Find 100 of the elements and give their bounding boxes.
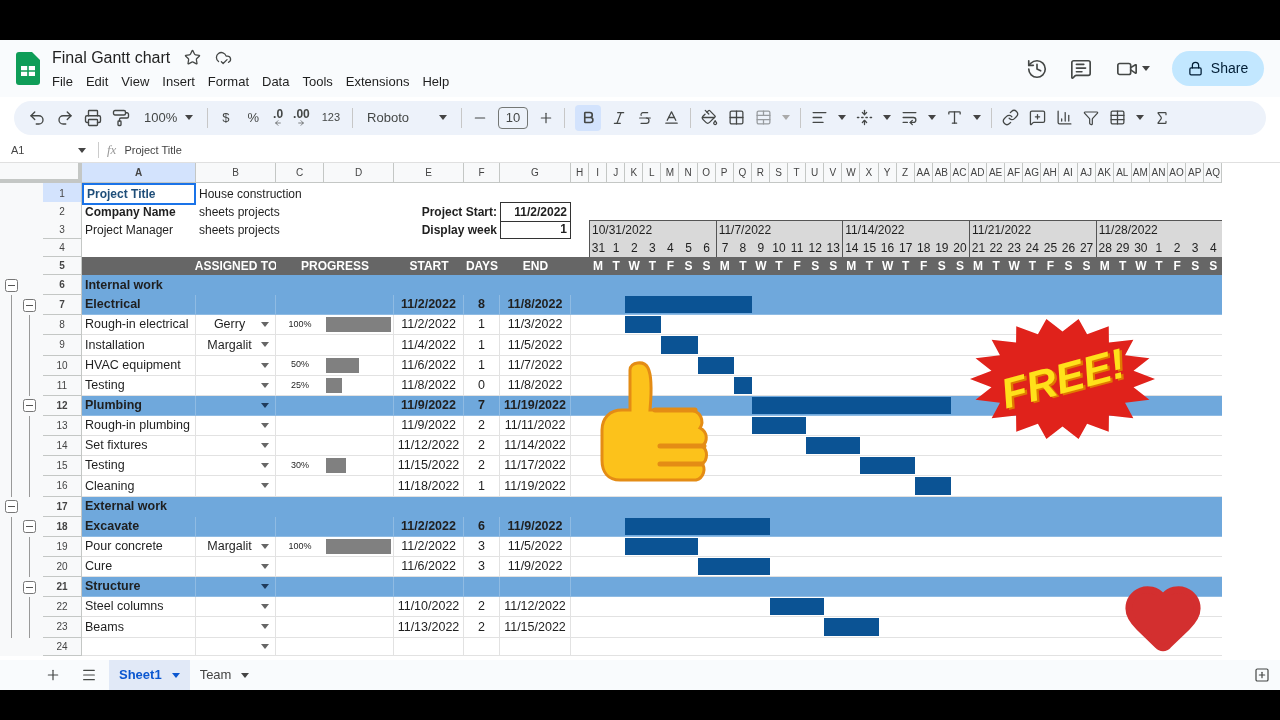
caret-icon[interactable]	[241, 672, 250, 678]
table-cell[interactable]	[571, 577, 589, 598]
info-label[interactable]: Project Manager	[82, 220, 196, 239]
column-header[interactable]: E	[394, 163, 464, 183]
gantt-bar[interactable]	[751, 396, 951, 414]
filter-icon[interactable]	[1083, 109, 1100, 126]
table-cell[interactable]: 11/7/2022	[500, 355, 571, 376]
column-header[interactable]: K	[625, 163, 644, 183]
table-cell[interactable]: 11/12/2022	[500, 597, 571, 618]
fill-color-icon[interactable]	[701, 109, 719, 126]
text-color-icon[interactable]	[663, 109, 681, 126]
table-cell[interactable]	[324, 577, 394, 598]
caret-icon[interactable]	[261, 362, 269, 368]
column-header[interactable]: X	[860, 163, 879, 183]
column-header[interactable]: AO	[1168, 163, 1187, 183]
table-cell[interactable]: Set fixtures	[82, 436, 196, 457]
caret-icon[interactable]	[261, 604, 269, 610]
print-icon[interactable]	[84, 108, 102, 127]
table-cell[interactable]: 11/9/2022	[500, 556, 571, 578]
table-cell[interactable]: 3	[464, 556, 500, 578]
column-header[interactable]: D	[324, 163, 394, 183]
table-cell[interactable]: Steel columns	[82, 597, 196, 618]
column-header[interactable]: AQ	[1204, 163, 1223, 183]
table-cell[interactable]: Cure	[82, 556, 196, 578]
link-icon[interactable]	[1002, 109, 1020, 126]
row-number[interactable]: 13	[43, 416, 82, 437]
table-cell[interactable]: 7	[464, 395, 500, 416]
table-cell[interactable]: 11/5/2022	[500, 335, 571, 356]
gantt-bar[interactable]	[697, 557, 770, 576]
caret-icon[interactable]	[973, 115, 982, 120]
column-header[interactable]: J	[607, 163, 626, 183]
caret-icon[interactable]	[838, 115, 847, 120]
gantt-bar[interactable]	[625, 316, 662, 334]
table-cell[interactable]: 1	[464, 476, 500, 497]
menu-item[interactable]: View	[121, 71, 150, 92]
table-cell[interactable]: Testing	[82, 375, 196, 396]
caret-icon[interactable]	[261, 624, 269, 630]
table-cell[interactable]: 8	[464, 295, 500, 316]
table-cell[interactable]: Installation	[82, 335, 196, 356]
caret-icon[interactable]	[1136, 115, 1145, 120]
table-icon[interactable]	[1109, 109, 1127, 126]
table-cell[interactable]: 1	[464, 335, 500, 356]
table-cell[interactable]: 11/9/2022	[394, 416, 464, 437]
table-cell[interactable]	[196, 516, 276, 537]
sheet-tab[interactable]: Team	[189, 660, 260, 690]
cloud-check-icon[interactable]	[215, 49, 233, 67]
column-header[interactable]: B	[196, 163, 276, 183]
table-cell[interactable]	[394, 577, 464, 598]
table-cell[interactable]: Testing	[82, 456, 196, 477]
bold-button[interactable]	[575, 104, 602, 131]
table-cell[interactable]: Pour concrete	[82, 536, 196, 557]
table-cell[interactable]: Beams	[82, 617, 196, 638]
menu-item[interactable]: Data	[262, 71, 290, 92]
table-cell[interactable]: 2	[464, 597, 500, 618]
gantt-bar[interactable]	[625, 517, 770, 535]
field-value[interactable]: 1	[500, 220, 571, 239]
currency-button[interactable]: $	[218, 107, 234, 128]
gantt-bar[interactable]	[697, 356, 734, 374]
column-header[interactable]: AI	[1059, 163, 1078, 183]
table-cell[interactable]: Plumbing	[82, 395, 196, 416]
row-number[interactable]: 18	[43, 516, 82, 537]
table-cell[interactable]: 3	[464, 536, 500, 557]
column-header[interactable]: M	[661, 163, 680, 183]
chart-icon[interactable]	[1056, 109, 1074, 126]
row-number[interactable]: 11	[43, 375, 82, 396]
table-cell[interactable]: 11/6/2022	[394, 556, 464, 578]
table-cell[interactable]: Electrical	[82, 295, 196, 316]
caret-icon[interactable]	[261, 402, 269, 408]
dropdown-cell[interactable]: Margalit	[196, 536, 276, 557]
number-format-button[interactable]: 123	[319, 109, 343, 126]
caret-icon[interactable]	[439, 115, 448, 120]
table-cell[interactable]: 11/5/2022	[500, 536, 571, 557]
table-cell[interactable]: External work	[82, 496, 196, 517]
row-number[interactable]: 7	[43, 295, 82, 316]
text-wrap-icon[interactable]	[901, 109, 919, 126]
font-select[interactable]: Roboto	[363, 107, 452, 128]
font-size-field[interactable]: 10	[498, 106, 529, 129]
table-cell[interactable]: 2	[464, 416, 500, 437]
table-cell[interactable]	[196, 295, 276, 316]
table-cell[interactable]: 2	[464, 456, 500, 477]
row-number[interactable]: 23	[43, 617, 82, 638]
zoom-select[interactable]: 100%	[140, 107, 198, 128]
table-cell[interactable]: 11/2/2022	[394, 315, 464, 336]
caret-icon[interactable]	[78, 147, 86, 153]
caret-icon[interactable]	[261, 342, 269, 348]
table-cell[interactable]: 1	[464, 315, 500, 336]
column-header[interactable]: AG	[1023, 163, 1042, 183]
caret-icon[interactable]	[171, 672, 180, 678]
spreadsheet-logo-icon[interactable]	[16, 52, 40, 85]
all-sheets-icon[interactable]	[81, 667, 97, 683]
caret-icon[interactable]	[261, 463, 269, 469]
menu-item[interactable]: Format	[207, 71, 249, 92]
column-header[interactable]: H	[571, 163, 589, 183]
table-cell[interactable]	[464, 577, 500, 598]
table-cell[interactable]: 11/2/2022	[394, 516, 464, 537]
table-cell[interactable]: Rough-in electrical	[82, 315, 196, 336]
gantt-bar[interactable]	[769, 598, 825, 616]
row-number[interactable]: 2	[43, 201, 82, 222]
table-cell[interactable]: 11/6/2022	[394, 355, 464, 376]
collapse-group-icon[interactable]	[22, 399, 36, 413]
